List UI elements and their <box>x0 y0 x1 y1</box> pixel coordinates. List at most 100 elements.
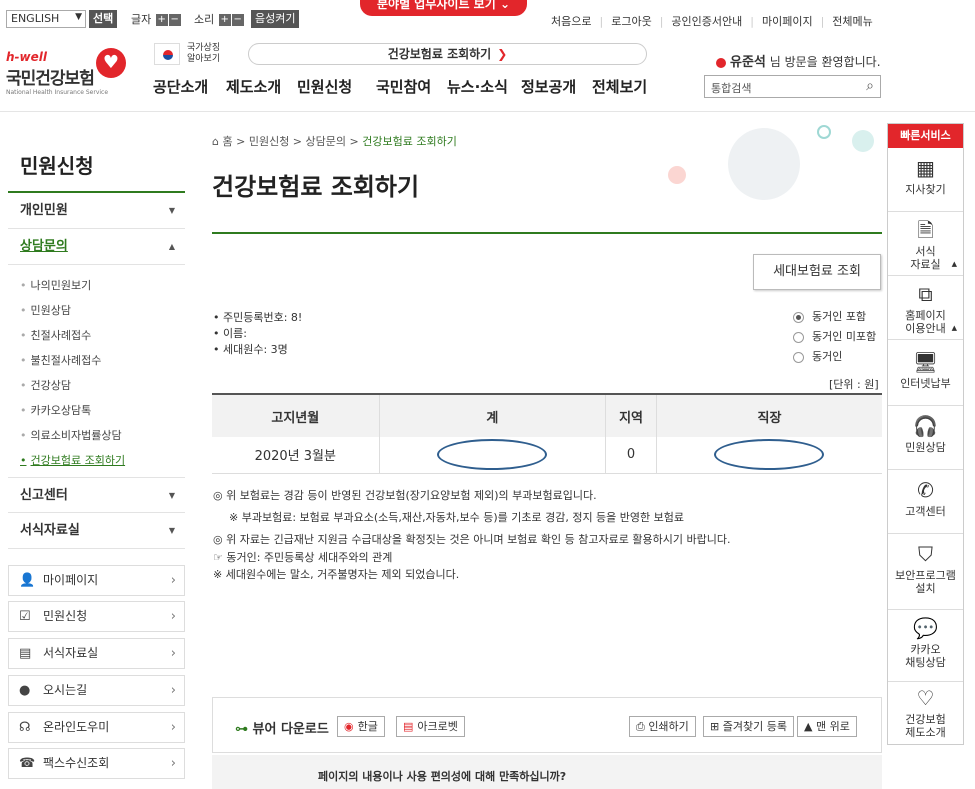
bookmark-button[interactable]: ⊞ 즐겨찾기 등록 <box>703 716 794 737</box>
breadcrumb-current: 건강보험료 조회하기 <box>362 135 457 148</box>
home-icon[interactable]: ⌂ <box>212 135 219 148</box>
radio-without-cohabitant[interactable]: 동거인 미포함 <box>793 328 876 344</box>
divider: | <box>659 15 664 28</box>
household-query-button[interactable]: 세대보험료 조회 <box>753 254 881 290</box>
quick-item-kakao[interactable]: 💬 카카오 채팅상담 <box>888 610 963 682</box>
site-banner-button[interactable]: 분야별 업무사이트 보기 ⌄ <box>360 0 527 16</box>
shield-icon: ⛉ <box>918 542 933 566</box>
text-size-label: 글자 <box>131 13 152 26</box>
national-symbol-link[interactable]: 국가상징 알아보기 <box>187 43 220 65</box>
note-line: ☞ 동거인: 주민등록상 세대주와의 관계 <box>213 551 393 564</box>
book-icon: ▤ <box>19 646 32 661</box>
logo-hwell: h-well <box>6 50 47 64</box>
sidebar-sub-item[interactable]: • 카카오상담톡 <box>20 402 91 418</box>
sidebar-sub-item[interactable]: • 의료소비자법률상담 <box>20 427 122 443</box>
quick-item-callcenter[interactable]: ✆ 고객센터 <box>888 470 963 534</box>
breadcrumb-home[interactable]: 홈 <box>222 135 232 148</box>
sidebar-category-personal[interactable]: 개인민원 ▼ <box>8 193 185 229</box>
table-header: 지역 <box>605 393 657 437</box>
key-icon: ⊶ <box>235 722 248 737</box>
decoration-circle <box>817 125 831 139</box>
language-select-button[interactable]: 선택 <box>89 10 118 28</box>
sidebar-sub-item[interactable]: • 민원상담 <box>20 302 71 318</box>
gnb-item-civil[interactable]: 민원신청 <box>297 76 352 97</box>
plus-icon[interactable]: + <box>218 14 231 26</box>
voice-button[interactable]: 음성켜기 <box>251 10 300 28</box>
quick-item-payment[interactable]: 🖥 인터넷납부 <box>888 340 963 406</box>
gnb-item-info[interactable]: 정보공개 <box>521 76 576 97</box>
gnb-item-all[interactable]: 전체보기 <box>592 76 647 97</box>
top-button[interactable]: ▲ 맨 위로 <box>797 716 857 737</box>
quick-item-branch[interactable]: ▦ 지사찾기 <box>888 148 963 212</box>
chevron-right-icon: ❯ <box>497 47 508 61</box>
link-home[interactable]: 처음으로 <box>551 15 591 28</box>
unit-label: [단위 : 원] <box>829 378 879 391</box>
page-title: 건강보험료 조회하기 <box>212 173 420 201</box>
gnb-item-about[interactable]: 공단소개 <box>153 76 208 97</box>
table-row: 2020년 3월분 0 <box>212 437 882 474</box>
sidebar-sub-item[interactable]: • 나의민원보기 <box>20 277 91 293</box>
welcome-suffix: 님 방문을 환영합니다. <box>769 55 881 69</box>
sidebar-sub-item[interactable]: • 친절사례접수 <box>20 327 91 343</box>
radio-with-cohabitant[interactable]: 동거인 포함 <box>793 308 866 324</box>
radio-icon[interactable] <box>793 351 804 363</box>
table-cell: 0 <box>605 437 657 474</box>
sidebar-category-label: 상담문의 <box>20 239 68 254</box>
link-logout[interactable]: 로그아웃 <box>611 15 651 28</box>
sidebar-category-forms[interactable]: 서식자료실 ▼ <box>8 513 185 549</box>
building-icon: ▦ <box>916 156 935 180</box>
location-icon: ● <box>19 683 31 698</box>
sidebar-sub-item[interactable]: • 불친절사례접수 <box>20 352 101 368</box>
logo[interactable]: h-well 국민건강보험 National Health Insurance … <box>6 50 108 96</box>
quick-item-consult[interactable]: 🎧 민원상담 <box>888 406 963 470</box>
quick-link-directions[interactable]: ● 오시는길 › <box>8 675 185 706</box>
flag-text-2: 알아보기 <box>187 54 221 64</box>
heart-logo-icon: ♥ <box>96 48 126 78</box>
language-select[interactable]: ENGLISH ▼ <box>6 10 86 28</box>
redaction-oval <box>437 439 548 471</box>
pencil-illustration-icon <box>728 128 800 200</box>
flag-icon[interactable] <box>154 43 180 65</box>
sound-control: 소리 + − <box>194 11 244 27</box>
quick-search-label: 건강보험료 조회하기 <box>387 47 492 61</box>
sidebar-sub-item[interactable]: • 건강상담 <box>20 377 71 393</box>
sidebar-category-report[interactable]: 신고센터 ▼ <box>8 477 185 513</box>
quick-item-forms[interactable]: 🗎 서식 자료실 ▲ <box>888 212 963 276</box>
quick-link-fax[interactable]: ☎ 팩스수신조회 › <box>8 748 185 779</box>
caret-down-icon: ▼ <box>168 491 175 500</box>
search-icon[interactable]: ⌕ <box>866 78 874 94</box>
caret-up-icon: ▲ <box>951 324 957 332</box>
sidebar-category-consult[interactable]: 상담문의 ▲ <box>8 229 185 265</box>
plus-icon[interactable]: + <box>155 14 168 26</box>
acrobat-viewer-button[interactable]: ▤ 아크로벳 <box>396 716 465 737</box>
radio-cohabitant-only[interactable]: 동거인 <box>793 348 842 364</box>
chevron-down-icon: ⌄ <box>499 0 510 11</box>
pdf-icon: ▤ <box>403 720 414 733</box>
radio-icon[interactable] <box>793 331 804 343</box>
quick-item-security[interactable]: ⛉ 보안프로그램 설치 <box>888 534 963 610</box>
quick-link-mypage[interactable]: 👤 마이페이지 › <box>8 565 185 596</box>
divider: | <box>750 15 754 28</box>
minus-icon[interactable]: − <box>168 14 181 26</box>
link-cert[interactable]: 공인인증서안내 <box>671 15 742 28</box>
quick-link-helper[interactable]: ☊ 온라인도우미 › <box>8 712 185 743</box>
radio-selected-icon[interactable] <box>793 311 804 323</box>
breadcrumb-civil[interactable]: 민원신청 <box>249 135 289 148</box>
quick-search-pill[interactable]: 건강보험료 조회하기 ❯ <box>248 43 647 65</box>
breadcrumb-consult[interactable]: 상담문의 <box>306 135 346 148</box>
gnb-item-system[interactable]: 제도소개 <box>226 76 281 97</box>
print-button[interactable]: ⎙ 인쇄하기 <box>629 716 696 737</box>
search-input[interactable]: 통합검색 ⌕ <box>704 75 881 98</box>
divider: | <box>820 15 825 28</box>
link-mypage[interactable]: 마이페이지 <box>762 15 813 28</box>
sidebar-sub-item-active[interactable]: • 건강보험료 조회하기 <box>20 452 125 468</box>
quick-link-forms[interactable]: ▤ 서식자료실 › <box>8 638 185 669</box>
quick-item-system[interactable]: ♡ 건강보험 제도소개 <box>888 682 963 744</box>
gnb-item-news[interactable]: 뉴스·소식 <box>447 76 508 97</box>
hwp-viewer-button[interactable]: ◉ 한글 <box>337 716 385 737</box>
gnb-item-participation[interactable]: 국민참여 <box>376 76 431 97</box>
quick-item-guide[interactable]: ⧉ 홈페이지 이용안내 ▲ <box>888 276 963 340</box>
minus-icon[interactable]: − <box>231 14 244 26</box>
link-all-menu[interactable]: 전체메뉴 <box>832 15 872 28</box>
quick-link-civil[interactable]: ☑ 민원신청 › <box>8 601 185 632</box>
